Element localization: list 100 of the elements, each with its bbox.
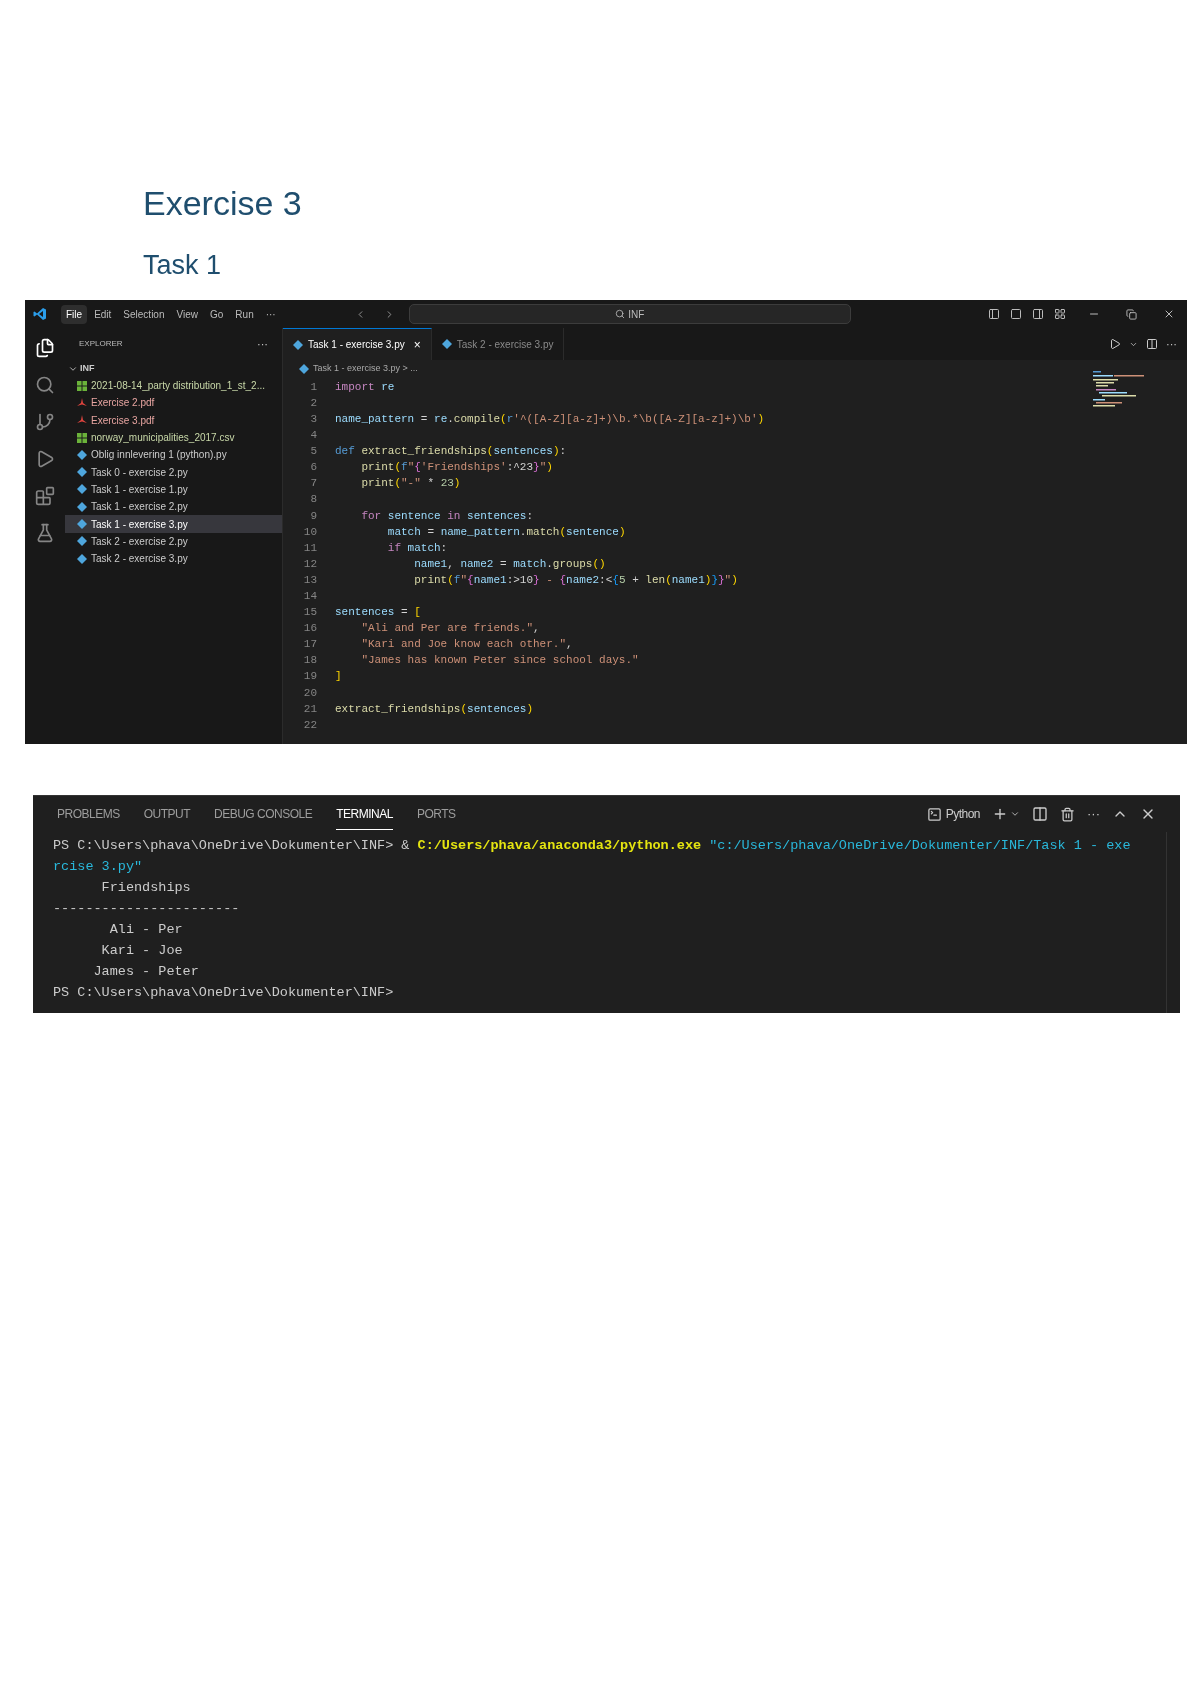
search-icon — [615, 309, 626, 319]
code-line: "Ali and Per are friends.", — [361, 621, 540, 637]
more-button[interactable]: ··· — [1166, 335, 1177, 353]
close-tab-button[interactable]: × — [413, 335, 421, 354]
code-line: ] — [335, 669, 342, 685]
explorer-icon[interactable] — [35, 338, 55, 358]
panel-tab[interactable]: OUTPUT — [143, 799, 191, 829]
pdf-icon — [77, 397, 87, 408]
editor-tab[interactable]: Task 2 - exercise 3.py — [431, 328, 565, 360]
line-number: 1 — [309, 379, 317, 395]
layout-icon[interactable] — [1054, 308, 1066, 320]
run-icon[interactable] — [1109, 338, 1121, 350]
code-line: import re — [335, 379, 395, 395]
terminal-line: Friendships — [100, 879, 191, 897]
python-file-icon — [77, 467, 87, 478]
line-number: 21 — [302, 701, 317, 717]
extensions-icon[interactable] — [35, 486, 55, 506]
add-icon[interactable] — [992, 806, 1008, 822]
search-icon[interactable] — [35, 375, 55, 395]
terminal-line: rcise 3.py" — [53, 858, 143, 876]
line-number: 10 — [302, 524, 317, 540]
explorer-entry[interactable]: Task 1 - exercise 1.py — [65, 480, 282, 499]
secondary-sidebar-icon[interactable] — [1032, 308, 1044, 320]
close-icon[interactable] — [1163, 308, 1175, 320]
python-file-icon — [293, 339, 303, 350]
panel-toggle-icon[interactable] — [1010, 308, 1022, 320]
editor-logo-icon — [33, 307, 47, 321]
python-file-icon — [77, 449, 87, 460]
menu-item[interactable]: Go — [205, 304, 229, 324]
explorer-entry[interactable]: Task 1 - exercise 3.py — [65, 515, 282, 533]
panel-tab[interactable]: TERMINAL — [336, 798, 393, 830]
explorer-entry[interactable]: Oblig innlevering 1 (python).py — [65, 446, 282, 464]
menu-item[interactable]: File — [61, 304, 88, 324]
python-file-icon — [441, 339, 452, 349]
menu-item[interactable]: ··· — [260, 304, 281, 324]
line-number: 15 — [302, 605, 317, 621]
code-line: sentences = [ — [335, 605, 421, 621]
python-file-icon — [77, 553, 87, 564]
code-line: name_pattern = re.compile(r'^([A-Z][a-z]+)\b.*\b([A-Z][a-z]+)\b') — [335, 412, 765, 427]
explorer-entry[interactable]: 2021-08-14_party distribution_1_st_2... — [65, 377, 282, 395]
terminal-icon — [926, 806, 942, 822]
line-number: 9 — [309, 508, 317, 524]
python-file-icon — [77, 484, 87, 495]
spreadsheet-icon — [77, 380, 87, 391]
line-number: 3 — [309, 412, 317, 427]
sidebar-toggle-icon[interactable] — [988, 308, 1000, 320]
search-field[interactable]: INF — [408, 304, 851, 324]
line-number: 8 — [309, 492, 317, 508]
breadcrumb[interactable]: Task 1 - exercise 3.py > ... — [313, 361, 418, 376]
run-icon[interactable] — [35, 449, 55, 469]
more-button[interactable]: ··· — [257, 335, 268, 353]
page-heading: Exercise 3 — [143, 186, 303, 220]
split-terminal-icon[interactable] — [1032, 806, 1048, 822]
minimap-drawing — [1093, 371, 1147, 407]
menu-item[interactable]: Run — [230, 304, 259, 324]
panel-tab[interactable]: PROBLEMS — [57, 799, 120, 829]
menu-item[interactable]: Edit — [89, 304, 117, 324]
explorer-entry[interactable]: norway_municipalities_2017.csv — [65, 428, 282, 447]
chevron-icon[interactable] — [1010, 809, 1020, 819]
panel-tab[interactable]: PORTS — [416, 799, 456, 829]
terminal-line: James - Peter — [92, 963, 199, 981]
section-heading: Task 1 — [143, 252, 223, 279]
code-line: print(f"{name1:>10} - {name2:<{5 + len(name1)}}") — [414, 572, 738, 588]
code-line: name1, name2 = match.groups() — [414, 556, 606, 572]
explorer-entry[interactable]: Task 0 - exercise 2.py — [65, 463, 282, 481]
menu-item[interactable]: Selection — [118, 304, 170, 324]
explorer-entry[interactable]: Task 2 - exercise 3.py — [65, 549, 282, 568]
explorer-entry[interactable]: Exercise 2.pdf — [65, 394, 282, 412]
editor-tab[interactable]: Task 1 - exercise 3.py × — [283, 328, 432, 360]
line-number: 11 — [302, 540, 317, 556]
flask-icon[interactable] — [35, 523, 55, 543]
code-line: extract_friendships(sentences) — [335, 701, 534, 717]
line-number: 6 — [309, 460, 317, 476]
menu-item[interactable]: View — [171, 304, 203, 324]
code-line: for sentence in sentences: — [361, 508, 534, 524]
code-line: print("-" * 23) — [361, 476, 461, 492]
split-editor-icon[interactable] — [1146, 338, 1158, 350]
shell-label[interactable]: Python — [945, 805, 980, 823]
panel-tab[interactable]: DEBUG CONSOLE — [214, 799, 313, 829]
terminal-line: Ali - Per — [108, 921, 183, 939]
line-number: 4 — [309, 428, 317, 444]
line-number: 14 — [302, 589, 317, 604]
folder-name[interactable]: INF — [80, 361, 95, 376]
restore-icon[interactable] — [1126, 308, 1137, 320]
code-line: "Kari and Joe know each other.", — [361, 637, 573, 653]
line-number: 2 — [309, 395, 317, 411]
trash-icon[interactable] — [1060, 806, 1075, 822]
sidebar-title: EXPLORER — [79, 338, 123, 350]
code-line: if match: — [387, 540, 448, 556]
python-file-icon — [77, 501, 87, 512]
line-number: 22 — [302, 717, 317, 733]
explorer-entry[interactable]: Task 1 - exercise 2.py — [65, 498, 282, 516]
python-file-icon — [77, 519, 87, 529]
explorer-entry[interactable]: Task 2 - exercise 2.py — [65, 532, 282, 550]
more-button[interactable]: ··· — [1087, 804, 1100, 824]
line-number: 5 — [309, 444, 317, 460]
branch-icon[interactable] — [35, 412, 55, 432]
line-number: 7 — [309, 476, 317, 492]
line-number: 17 — [302, 637, 317, 653]
explorer-entry[interactable]: Exercise 3.pdf — [65, 411, 282, 429]
